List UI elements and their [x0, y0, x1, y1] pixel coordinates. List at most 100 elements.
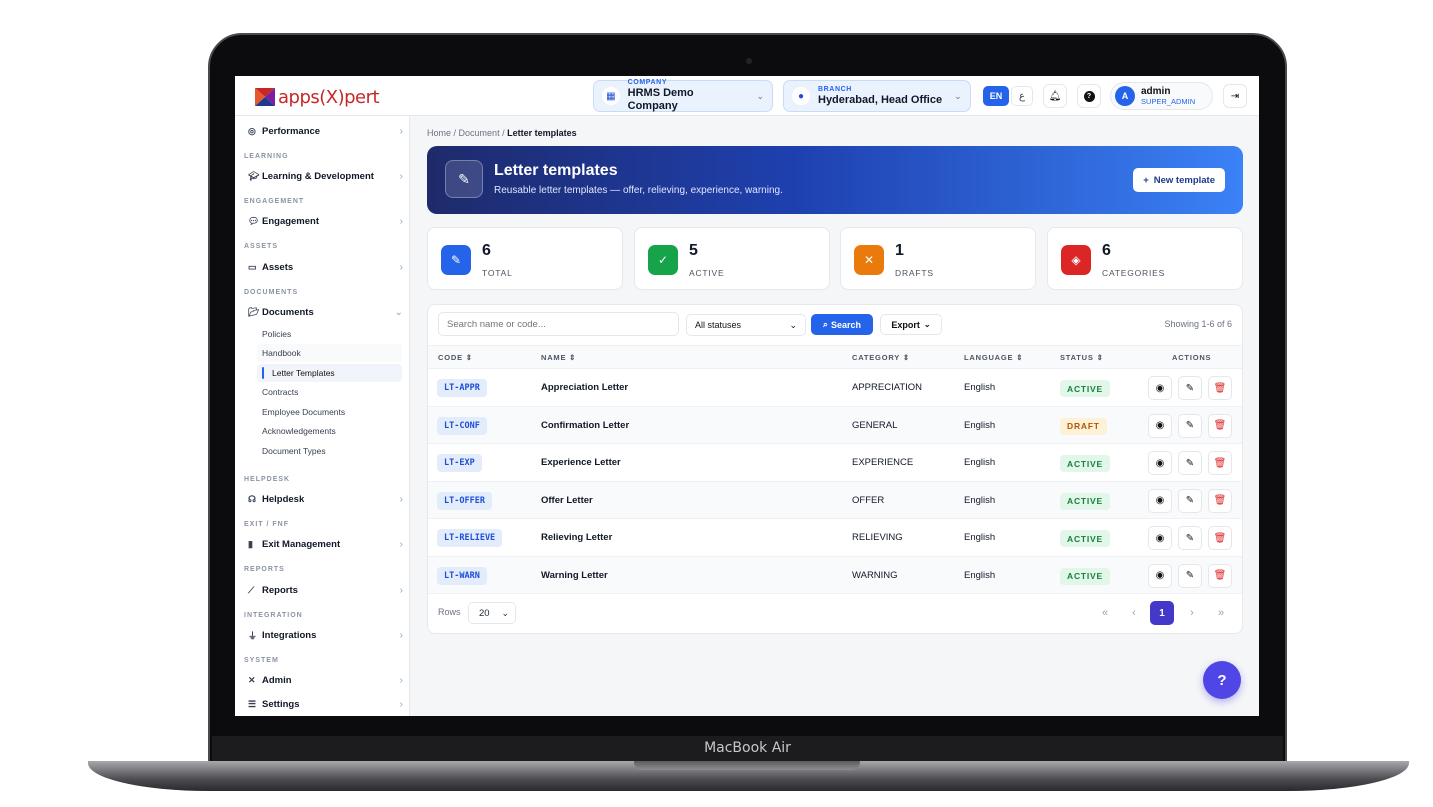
logout-button[interactable]: ⇥ — [1223, 84, 1247, 108]
sidebar-item-admin[interactable]: ✕ Admin › — [248, 671, 403, 689]
branch-caption: BRANCH — [818, 85, 852, 93]
top-bar: apps(X)pert ▦ COMPANY HRMS Demo Company … — [235, 76, 1259, 116]
eye-icon: ◉ — [1155, 532, 1165, 544]
view-button[interactable]: ◉ — [1148, 376, 1172, 400]
new-template-button[interactable]: + New template — [1133, 168, 1225, 192]
delete-button[interactable]: 🗑︎ — [1208, 526, 1232, 550]
sidebar-subitem-policies[interactable]: Policies — [262, 325, 407, 343]
edit-button[interactable]: ✎ — [1178, 376, 1202, 400]
template-name: Warning Letter — [541, 569, 608, 581]
last-page-button[interactable]: » — [1209, 601, 1233, 625]
chevron-down-icon: ⌄ — [954, 90, 962, 101]
sidebar-item-label: Assets — [262, 261, 294, 273]
chevron-right-icon: › — [399, 261, 403, 273]
view-button[interactable]: ◉ — [1148, 413, 1172, 438]
status-filter-select[interactable]: All statuses ⌄ — [686, 314, 806, 336]
delete-button[interactable]: 🗑︎ — [1208, 563, 1232, 588]
template-code: LT-OFFER — [437, 491, 492, 510]
column-header-language[interactable]: LANGUAGE ⇕ — [964, 353, 1023, 362]
edit-button[interactable]: ✎ — [1178, 526, 1202, 550]
lang-ar-button[interactable]: ع — [1011, 86, 1033, 106]
edit-button[interactable]: ✎ — [1178, 563, 1202, 588]
delete-button[interactable]: 🗑︎ — [1208, 413, 1232, 438]
search-button-label: Search — [831, 319, 862, 330]
page-button-current[interactable]: 1 — [1150, 601, 1174, 625]
table-row: LT-EXP Experience Letter EXPERIENCE English… — [428, 444, 1242, 482]
location-pin-icon: ● — [792, 87, 810, 105]
sidebar-item-performance[interactable]: ◎ Performance › — [248, 122, 403, 140]
sidebar-subitem-employee-documents[interactable]: Employee Documents — [262, 403, 407, 421]
column-header-actions: ACTIONS — [1172, 353, 1212, 362]
table-row: LT-WARN Warning Letter WARNING English ACTIV… — [428, 556, 1242, 594]
breadcrumb-home[interactable]: Home — [427, 128, 451, 138]
sidebar-item-assets[interactable]: ▭ Assets › — [248, 258, 403, 276]
prev-page-button[interactable]: ‹ — [1122, 601, 1146, 625]
export-button[interactable]: Export ⌄ — [880, 314, 942, 335]
template-category: EXPERIENCE — [852, 457, 914, 468]
edit-button[interactable]: ✎ — [1178, 488, 1202, 513]
next-page-button[interactable]: › — [1180, 601, 1204, 625]
graduation-cap-icon: 🎓︎ — [248, 170, 260, 181]
plug-icon: ⏚ — [248, 630, 258, 641]
column-header-name[interactable]: NAME ⇕ — [541, 353, 576, 362]
table-header: CODE ⇕ NAME ⇕ CATEGORY ⇕ LANGUAGE ⇕ STAT… — [428, 345, 1242, 369]
sidebar-item-reports[interactable]: ⟋ Reports › — [248, 581, 403, 599]
sidebar-item-settings[interactable]: ☰ Settings › — [248, 695, 403, 713]
help-button[interactable]: ? — [1077, 84, 1101, 108]
view-button[interactable]: ◉ — [1148, 451, 1172, 475]
edit-button[interactable]: ✎ — [1178, 451, 1202, 475]
lang-en-button[interactable]: EN — [983, 86, 1009, 106]
view-button[interactable]: ◉ — [1148, 526, 1172, 550]
template-language: English — [964, 494, 996, 506]
sidebar-item-helpdesk[interactable]: ☊ Helpdesk › — [248, 490, 403, 508]
view-button[interactable]: ◉ — [1148, 488, 1172, 513]
sidebar-subitem-letter-templates[interactable]: Letter Templates — [257, 364, 402, 382]
door-icon: ▮ — [248, 538, 253, 549]
breadcrumb-section[interactable]: Document — [459, 128, 500, 138]
sidebar-item-engagement[interactable]: 💬︎ Engagement › — [248, 212, 403, 230]
view-button[interactable]: ◉ — [1148, 563, 1172, 588]
sidebar-section-assets: ASSETS — [244, 243, 279, 250]
sidebar-subitem-acknowledgements[interactable]: Acknowledgements — [262, 422, 407, 440]
app-logo[interactable]: apps(X)pert — [255, 86, 380, 108]
laptop-chin: MacBook Air — [212, 736, 1283, 762]
page-subtitle: Reusable letter templates — offer, relie… — [494, 185, 783, 196]
column-header-code[interactable]: CODE ⇕ — [438, 353, 473, 362]
branch-selector[interactable]: ● BRANCH Hyderabad, Head Office ⌄ — [783, 80, 971, 112]
template-code: LT-APPR — [437, 379, 487, 397]
user-menu[interactable]: A admin SUPER_ADMIN — [1110, 82, 1213, 110]
logo-text: apps(X)pert — [278, 86, 380, 108]
sidebar-item-exit-management[interactable]: ▮ Exit Management › — [248, 535, 403, 553]
sidebar-section-integration: INTEGRATION — [244, 612, 303, 619]
sidebar-subitem-label: Letter Templates — [272, 368, 335, 378]
column-header-category[interactable]: CATEGORY ⇕ — [852, 353, 910, 362]
delete-button[interactable]: 🗑︎ — [1208, 488, 1232, 513]
sidebar-section-engagement: ENGAGEMENT — [244, 198, 305, 205]
chevron-right-icon: › — [399, 538, 403, 550]
sidebar-item-label: Settings — [262, 698, 300, 710]
sidebar-item-documents[interactable]: 📂︎ Documents ⌄ — [248, 303, 403, 321]
search-button[interactable]: ⌕ Search — [811, 314, 873, 335]
sidebar-item-integrations[interactable]: ⏚ Integrations › — [248, 626, 403, 644]
sidebar-subitem-contracts[interactable]: Contracts — [262, 383, 407, 401]
company-caption: COMPANY — [627, 79, 668, 86]
delete-button[interactable]: 🗑︎ — [1208, 376, 1232, 400]
rows-per-page-select[interactable]: 20 ⌄ — [468, 602, 516, 624]
first-page-button[interactable]: « — [1093, 601, 1117, 625]
sidebar-subitem-handbook[interactable]: Handbook — [257, 344, 402, 362]
edit-button[interactable]: ✎ — [1178, 413, 1202, 438]
trash-icon: 🗑︎ — [1213, 570, 1227, 581]
search-input[interactable] — [438, 312, 679, 336]
trash-icon: 🗑︎ — [1213, 382, 1227, 394]
notifications-button[interactable]: 🔔︎ — [1043, 84, 1067, 108]
column-header-status[interactable]: STATUS ⇕ — [1060, 353, 1104, 362]
help-fab-button[interactable]: ? — [1203, 661, 1241, 699]
sidebar-item-learning[interactable]: 🎓︎ Learning & Development › — [248, 167, 403, 185]
eye-icon: ◉ — [1155, 420, 1165, 431]
delete-button[interactable]: 🗑︎ — [1208, 451, 1232, 475]
company-selector[interactable]: ▦ COMPANY HRMS Demo Company ⌄ — [593, 79, 773, 112]
sidebar-section-system: SYSTEM — [244, 657, 279, 664]
sidebar-subitem-document-types[interactable]: Document Types — [262, 442, 407, 460]
trash-icon: 🗑︎ — [1213, 495, 1227, 506]
template-code: LT-CONF — [437, 416, 487, 435]
